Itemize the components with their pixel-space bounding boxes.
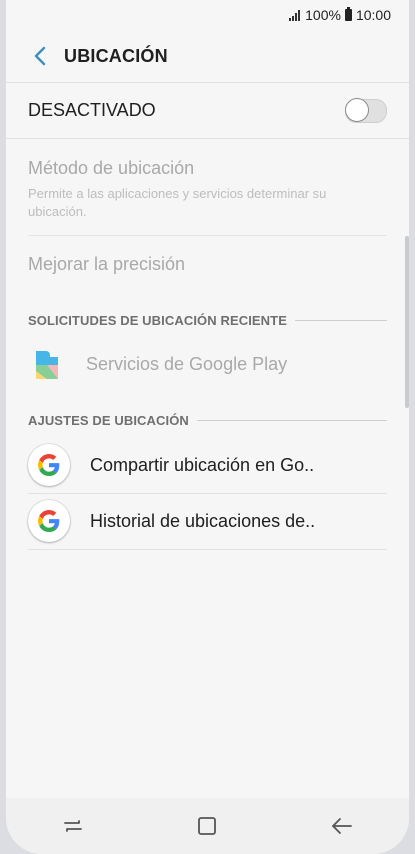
edge-panel-handle[interactable] [405,236,409,408]
nav-back-button[interactable] [318,806,366,846]
location-settings-title: AJUSTES DE UBICACIÓN [28,412,189,428]
phone-screen: 100% 10:00 UBICACIÓN DESACTIVADO Método … [6,0,409,854]
location-method-description: Permite a las aplicaciones y servicios d… [28,186,327,219]
section-divider [196,419,387,421]
location-history-label: Historial de ubicaciones de.. [90,510,316,531]
status-bar: 100% 10:00 [6,0,409,30]
location-master-switch-row[interactable]: DESACTIVADO [6,83,409,139]
recent-requests-title: SOLICITUDES DE UBICACIÓN RECIENTE [28,312,287,328]
battery-percent: 100% [305,7,341,23]
location-history-item[interactable]: Historial de ubicaciones de.. [28,493,387,550]
location-settings-header: AJUSTES DE UBICACIÓN [28,411,387,429]
navigation-bar [6,798,409,854]
google-icon [28,444,70,486]
recent-apps-button[interactable] [49,806,97,846]
google-icon [28,500,70,542]
master-switch-label: DESACTIVADO [28,100,156,120]
status-time: 10:00 [355,7,391,23]
improve-accuracy-label: Mejorar la precisión [28,253,186,274]
section-divider [294,319,387,321]
signal-icon [289,9,301,21]
chevron-left-icon [34,46,46,66]
share-location-label: Compartir ubicación en Go.. [90,454,315,475]
recent-request-item[interactable]: Servicios de Google Play [28,336,387,392]
app-header: UBICACIÓN [6,30,409,83]
location-method-item[interactable]: Método de ubicación Permite a las aplica… [28,140,387,236]
google-play-services-icon [36,351,58,379]
battery-icon [344,7,352,21]
improve-accuracy-item[interactable]: Mejorar la precisión [28,236,387,292]
home-button[interactable] [183,806,231,846]
recent-request-label: Servicios de Google Play [86,353,288,374]
page-title: UBICACIÓN [64,45,168,66]
back-button[interactable] [20,36,60,76]
location-method-title: Método de ubicación [28,158,195,178]
toggle-knob [345,97,369,122]
home-icon [198,817,217,835]
back-arrow-icon [331,818,352,834]
share-location-item[interactable]: Compartir ubicación en Go.. [28,437,387,494]
location-toggle[interactable] [345,97,387,123]
recent-apps-icon [64,820,83,832]
recent-requests-header: SOLICITUDES DE UBICACIÓN RECIENTE [28,311,387,329]
